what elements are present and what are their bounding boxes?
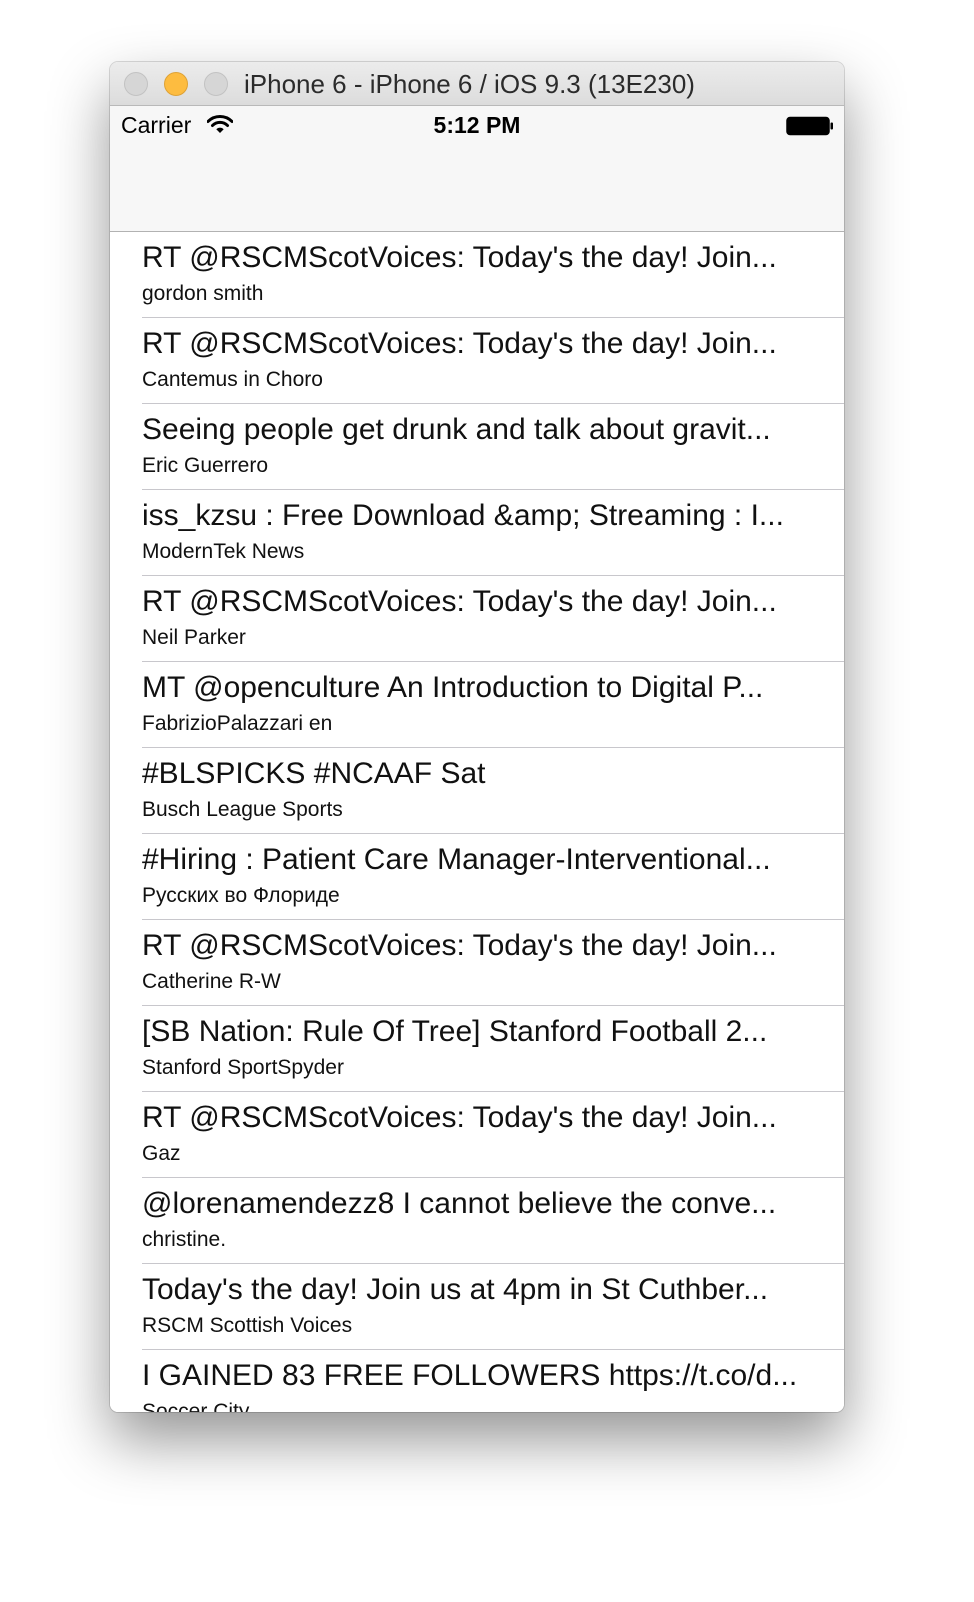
tweet-cell[interactable]: RT @RSCMScotVoices: Today's the day! Joi… [110,232,844,318]
tweet-text: MT @openculture An Introduction to Digit… [142,671,764,704]
tweet-author: Gaz [142,1142,181,1165]
tweet-cell[interactable]: [SB Nation: Rule Of Tree] Stanford Footb… [110,1006,844,1092]
tweet-author: Cantemus in Choro [142,368,323,391]
navigation-bar [110,146,844,232]
battery-icon [786,116,833,136]
tweet-cell[interactable]: RT @RSCMScotVoices: Today's the day! Joi… [110,576,844,662]
tweet-author: Neil Parker [142,626,246,649]
tweet-text: RT @RSCMScotVoices: Today's the day! Joi… [142,1101,777,1134]
simulator-window: iPhone 6 - iPhone 6 / iOS 9.3 (13E230) C… [110,62,844,1412]
tweet-cell[interactable]: RT @RSCMScotVoices: Today's the day! Joi… [110,920,844,1006]
tweet-cell[interactable]: RT @RSCMScotVoices: Today's the day! Joi… [110,1092,844,1178]
tweet-cell[interactable]: #Hiring : Patient Care Manager-Intervent… [110,834,844,920]
tweet-author: Soccer City [142,1400,250,1412]
tweet-text: [SB Nation: Rule Of Tree] Stanford Footb… [142,1015,768,1048]
tweet-cell[interactable]: MT @openculture An Introduction to Digit… [110,662,844,748]
status-time: 5:12 PM [433,112,521,138]
tweet-cell[interactable]: Seeing people get drunk and talk about g… [110,404,844,490]
tweet-author: gordon smith [142,282,264,305]
tweet-author: FabrizioPalazzari en [142,712,333,735]
tweet-author: christine. [142,1228,227,1251]
device-screen: Carrier 5:12 PM RT @RSCMScotVoices: Toda… [110,106,844,1412]
tweet-list[interactable]: RT @RSCMScotVoices: Today's the day! Joi… [110,232,844,1412]
tweet-text: #Hiring : Patient Care Manager-Intervent… [142,843,771,876]
tweet-author: ModernTek News [142,540,305,563]
tweet-cell[interactable]: #BLSPICKS #NCAAF Sat Busch League Sports [110,748,844,834]
tweet-author: RSCM Scottish Voices [142,1314,353,1337]
window-titlebar[interactable]: iPhone 6 - iPhone 6 / iOS 9.3 (13E230) [110,62,844,106]
zoom-window-button[interactable] [204,72,228,96]
tweet-text: #BLSPICKS #NCAAF Sat [142,757,486,790]
tweet-text: I GAINED 83 FREE FOLLOWERS https://t.co/… [142,1359,798,1392]
tweet-text: RT @RSCMScotVoices: Today's the day! Joi… [142,327,777,360]
tweet-text: RT @RSCMScotVoices: Today's the day! Joi… [142,241,777,274]
tweet-cell[interactable]: @lorenamendezz8 I cannot believe the con… [110,1178,844,1264]
tweet-author: Eric Guerrero [142,454,269,477]
tweet-text: iss_kzsu : Free Download &amp; Streaming… [142,499,784,532]
tweet-text: Today's the day! Join us at 4pm in St Cu… [142,1273,769,1306]
tweet-cell[interactable]: I GAINED 83 FREE FOLLOWERS https://t.co/… [110,1350,844,1412]
tweet-cell[interactable]: iss_kzsu : Free Download &amp; Streaming… [110,490,844,576]
tweet-author: Catherine R-W [142,970,281,993]
tweet-text: RT @RSCMScotVoices: Today's the day! Joi… [142,585,777,618]
tweet-text: RT @RSCMScotVoices: Today's the day! Joi… [142,929,777,962]
tweet-author: Stanford SportSpyder [142,1056,344,1079]
tweet-cell[interactable]: RT @RSCMScotVoices: Today's the day! Joi… [110,318,844,404]
tweet-author: Русских во Флориде [142,884,340,907]
tweet-author: Busch League Sports [142,798,343,821]
tweet-text: Seeing people get drunk and talk about g… [142,413,771,446]
tweet-text: @lorenamendezz8 I cannot believe the con… [142,1187,777,1220]
close-window-button[interactable] [124,72,148,96]
minimize-window-button[interactable] [164,72,188,96]
status-bar: Carrier 5:12 PM [110,106,844,146]
tweet-cell[interactable]: Today's the day! Join us at 4pm in St Cu… [110,1264,844,1350]
window-title: iPhone 6 - iPhone 6 / iOS 9.3 (13E230) [244,69,695,99]
